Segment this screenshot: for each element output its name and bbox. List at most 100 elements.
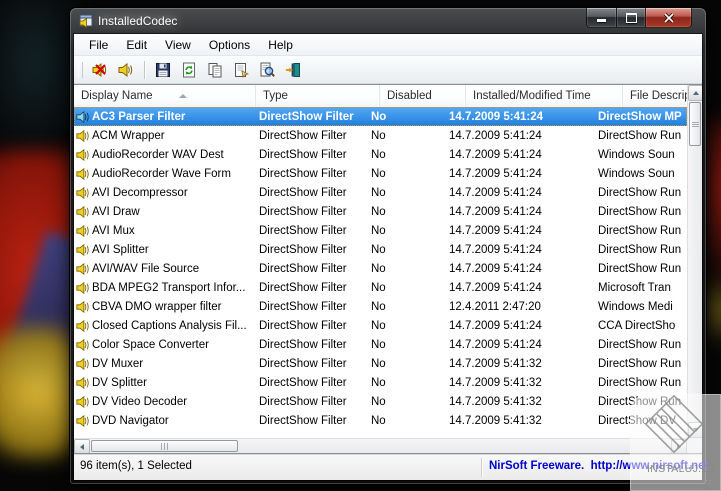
window-title: InstalledCodec	[98, 14, 178, 28]
menu-options[interactable]: Options	[200, 36, 259, 54]
table-row[interactable]: AVI Mux DirectShow Filter No 14.7.2009 5…	[74, 221, 687, 240]
vertical-scroll-thumb[interactable]	[689, 102, 701, 146]
minimize-button[interactable]	[586, 8, 616, 28]
table-row[interactable]: DV Splitter DirectShow Filter No 14.7.20…	[74, 373, 687, 392]
close-button[interactable]	[645, 8, 692, 28]
speaker-icon	[74, 129, 92, 143]
copy-button[interactable]	[203, 59, 227, 81]
speaker-icon	[74, 167, 92, 181]
save-button[interactable]	[151, 59, 175, 81]
close-icon	[663, 12, 674, 23]
cell-display-name: DV Splitter	[92, 376, 147, 389]
column-headers: Display Name Type Disabled Installed/Mod…	[74, 85, 687, 108]
menu-file[interactable]: File	[80, 36, 117, 54]
table-row[interactable]: AC3 Parser Filter DirectShow Filter No 1…	[74, 107, 687, 126]
horizontal-scrollbar[interactable]	[74, 438, 687, 453]
cell-disabled: No	[371, 357, 386, 370]
cell-disabled: No	[371, 243, 386, 256]
cell-type: DirectShow Filter	[259, 414, 347, 427]
maximize-button[interactable]	[616, 8, 645, 28]
cell-type: DirectShow Filter	[259, 110, 354, 123]
properties-button[interactable]	[229, 59, 253, 81]
table-row[interactable]: AVI Splitter DirectShow Filter No 14.7.2…	[74, 240, 687, 259]
copy-icon	[208, 62, 222, 77]
cell-disabled: No	[371, 376, 386, 389]
cell-type: DirectShow Filter	[259, 243, 347, 256]
cell-file-description: DirectShow Run	[598, 262, 682, 275]
speaker-icon	[74, 414, 92, 428]
disable-selected-button[interactable]	[88, 59, 112, 81]
vertical-scrollbar[interactable]	[687, 85, 702, 438]
horizontal-scroll-thumb[interactable]	[91, 440, 238, 452]
speaker-icon	[74, 205, 92, 219]
table-row[interactable]: AVI Draw DirectShow Filter No 14.7.2009 …	[74, 202, 687, 221]
cell-time: 14.7.2009 5:41:24	[449, 129, 542, 142]
maximize-icon	[625, 12, 637, 23]
status-item-count: 96 item(s), 1 Selected	[80, 460, 192, 472]
arrow-up-icon	[692, 91, 699, 95]
menu-bar: File Edit View Options Help	[74, 34, 702, 56]
menu-edit[interactable]: Edit	[117, 36, 156, 54]
sort-ascending-icon	[178, 94, 187, 98]
cell-file-description: DirectShow Run	[598, 224, 682, 237]
speaker-icon	[74, 186, 92, 200]
speaker-icon	[118, 62, 133, 77]
table-row[interactable]: BDA MPEG2 Transport Infor... DirectShow …	[74, 278, 687, 297]
refresh-button[interactable]	[177, 59, 201, 81]
table-row[interactable]: ACM Wrapper DirectShow Filter No 14.7.20…	[74, 126, 687, 145]
cell-time: 14.7.2009 5:41:24	[449, 319, 542, 332]
enable-selected-button[interactable]	[114, 59, 138, 81]
cell-time: 14.7.2009 5:41:32	[449, 357, 542, 370]
installuj-watermark: INSTALUJ.CZ .::	[630, 394, 721, 491]
toolbar	[74, 56, 702, 84]
arrow-left-icon	[80, 443, 84, 450]
speaker-icon	[74, 281, 92, 295]
table-row[interactable]: Color Space Converter DirectShow Filter …	[74, 335, 687, 354]
table-row[interactable]: Closed Captions Analysis Fil... DirectSh…	[74, 316, 687, 335]
status-bar: 96 item(s), 1 Selected NirSoft Freeware.…	[74, 454, 708, 480]
cell-disabled: No	[371, 205, 386, 218]
cell-disabled: No	[371, 338, 386, 351]
cell-display-name: Closed Captions Analysis Fil...	[92, 319, 247, 332]
speaker-icon	[74, 300, 92, 314]
cell-time: 14.7.2009 5:41:32	[449, 395, 542, 408]
cell-display-name: AVI Decompressor	[92, 186, 188, 199]
cell-file-description: DirectShow Run	[598, 376, 682, 389]
cell-type: DirectShow Filter	[259, 319, 347, 332]
speaker-icon	[74, 224, 92, 238]
cell-type: DirectShow Filter	[259, 376, 347, 389]
scroll-left-button[interactable]	[74, 439, 90, 453]
app-window: InstalledCodec File Edit View Options He…	[70, 8, 708, 484]
cell-display-name: AudioRecorder Wave Form	[92, 167, 231, 180]
cell-display-name: DV Muxer	[92, 357, 144, 370]
cell-file-description: DirectShow Run	[598, 243, 682, 256]
table-row[interactable]: AudioRecorder Wave Form DirectShow Filte…	[74, 164, 687, 183]
table-row[interactable]: DVD Navigator DirectShow Filter No 14.7.…	[74, 411, 687, 430]
table-row[interactable]: DV Muxer DirectShow Filter No 14.7.2009 …	[74, 354, 687, 373]
cell-disabled: No	[371, 167, 386, 180]
scroll-up-button[interactable]	[688, 85, 702, 101]
column-header-time[interactable]: Installed/Modified Time	[466, 85, 623, 107]
menu-help[interactable]: Help	[259, 36, 302, 54]
find-button[interactable]	[255, 59, 279, 81]
menu-view[interactable]: View	[156, 36, 200, 54]
cell-time: 14.7.2009 5:41:24	[449, 243, 542, 256]
table-row[interactable]: CBVA DMO wrapper filter DirectShow Filte…	[74, 297, 687, 316]
table-row[interactable]: AVI/WAV File Source DirectShow Filter No…	[74, 259, 687, 278]
title-bar[interactable]: InstalledCodec	[70, 8, 706, 34]
cell-display-name: CBVA DMO wrapper filter	[92, 300, 222, 313]
column-header-type[interactable]: Type	[256, 85, 380, 107]
column-header-disabled[interactable]: Disabled	[380, 85, 466, 107]
table-row[interactable]: AVI Decompressor DirectShow Filter No 14…	[74, 183, 687, 202]
speaker-icon	[74, 319, 92, 333]
exit-button[interactable]	[281, 59, 305, 81]
cell-file-description: DirectShow Run	[598, 129, 682, 142]
cell-file-description: DirectShow Run	[598, 357, 682, 370]
cell-time: 12.4.2011 2:47:20	[449, 300, 541, 313]
table-row[interactable]: AudioRecorder WAV Dest DirectShow Filter…	[74, 145, 687, 164]
table-row[interactable]: DV Video Decoder DirectShow Filter No 14…	[74, 392, 687, 411]
column-header-file-description[interactable]: File Description	[623, 85, 687, 107]
properties-icon	[235, 62, 249, 78]
cell-disabled: No	[371, 262, 386, 275]
column-header-display-name[interactable]: Display Name	[74, 85, 256, 107]
